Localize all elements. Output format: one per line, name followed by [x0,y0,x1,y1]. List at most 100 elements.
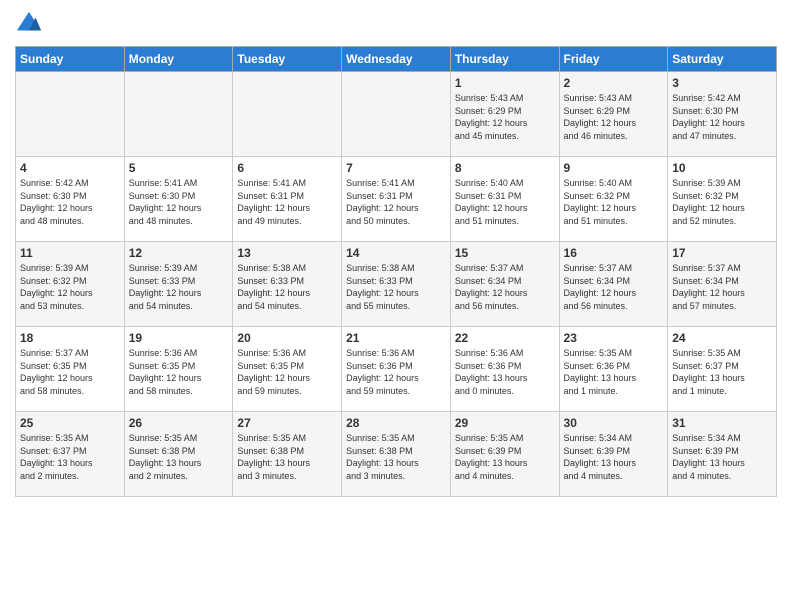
calendar-cell: 4 Sunrise: 5:42 AMSunset: 6:30 PMDaylight… [16,157,125,242]
calendar-cell: 5Sunrise: 5:41 AMSunset: 6:30 PMDaylight… [124,157,233,242]
day-number: 2 [564,76,664,90]
day-number: 31 [672,416,772,430]
header-day-sunday: Sunday [16,47,125,72]
header [15,10,777,38]
day-info: Sunrise: 5:39 AMSunset: 6:32 PMDaylight:… [20,262,120,312]
calendar-cell: 31 Sunrise: 5:34 AMSunset: 6:39 PMDayligh… [668,412,777,497]
day-number: 9 [564,161,664,175]
day-number: 26 [129,416,229,430]
calendar-cell: 27 Sunrise: 5:35 AMSunset: 6:38 PMDayligh… [233,412,342,497]
day-number: 15 [455,246,555,260]
day-info: Sunrise: 5:40 AMSunset: 6:32 PMDaylight:… [564,177,664,227]
calendar-cell: 13Sunrise: 5:38 AMSunset: 6:33 PMDayligh… [233,242,342,327]
day-number: 17 [672,246,772,260]
day-number: 10 [672,161,772,175]
day-number: 13 [237,246,337,260]
calendar-cell: 10 Sunrise: 5:39 AMSunset: 6:32 PMDayligh… [668,157,777,242]
day-number: 23 [564,331,664,345]
day-number: 6 [237,161,337,175]
calendar-cell: 3 Sunrise: 5:42 AMSunset: 6:30 PMDaylight… [668,72,777,157]
calendar-cell: 30 Sunrise: 5:34 AMSunset: 6:39 PMDayligh… [559,412,668,497]
day-info: Sunrise: 5:35 AMSunset: 6:38 PMDaylight:… [129,432,229,482]
day-number: 20 [237,331,337,345]
week-row-5: 25 Sunrise: 5:35 AMSunset: 6:37 PMDayligh… [16,412,777,497]
day-number: 3 [672,76,772,90]
day-info: Sunrise: 5:35 AMSunset: 6:38 PMDaylight:… [237,432,337,482]
calendar-cell: 16 Sunrise: 5:37 AMSunset: 6:34 PMDayligh… [559,242,668,327]
calendar-cell: 17Sunrise: 5:37 AMSunset: 6:34 PMDayligh… [668,242,777,327]
day-number: 22 [455,331,555,345]
day-number: 27 [237,416,337,430]
day-info: Sunrise: 5:34 AMSunset: 6:39 PMDaylight:… [564,432,664,482]
day-info: Sunrise: 5:35 AMSunset: 6:37 PMDaylight:… [20,432,120,482]
calendar-cell: 22Sunrise: 5:36 AMSunset: 6:36 PMDayligh… [450,327,559,412]
day-info: Sunrise: 5:43 AMSunset: 6:29 PMDaylight:… [564,92,664,142]
day-number: 19 [129,331,229,345]
calendar-cell [233,72,342,157]
day-info: Sunrise: 5:41 AMSunset: 6:30 PMDaylight:… [129,177,229,227]
day-info: Sunrise: 5:35 AMSunset: 6:36 PMDaylight:… [564,347,664,397]
calendar-cell: 19Sunrise: 5:36 AMSunset: 6:35 PMDayligh… [124,327,233,412]
calendar-cell: 25 Sunrise: 5:35 AMSunset: 6:37 PMDayligh… [16,412,125,497]
day-number: 24 [672,331,772,345]
day-number: 21 [346,331,446,345]
day-info: Sunrise: 5:41 AMSunset: 6:31 PMDaylight:… [346,177,446,227]
day-number: 28 [346,416,446,430]
calendar-cell: 20 Sunrise: 5:36 AMSunset: 6:35 PMDayligh… [233,327,342,412]
calendar-cell: 2 Sunrise: 5:43 AMSunset: 6:29 PMDaylight… [559,72,668,157]
day-info: Sunrise: 5:39 AMSunset: 6:32 PMDaylight:… [672,177,772,227]
calendar-table: SundayMondayTuesdayWednesdayThursdayFrid… [15,46,777,497]
day-info: Sunrise: 5:42 AMSunset: 6:30 PMDaylight:… [672,92,772,142]
day-number: 30 [564,416,664,430]
calendar-cell: 24 Sunrise: 5:35 AMSunset: 6:37 PMDayligh… [668,327,777,412]
logo [15,10,47,38]
header-day-friday: Friday [559,47,668,72]
day-info: Sunrise: 5:42 AMSunset: 6:30 PMDaylight:… [20,177,120,227]
page: SundayMondayTuesdayWednesdayThursdayFrid… [0,0,792,512]
calendar-cell [342,72,451,157]
week-row-3: 11Sunrise: 5:39 AMSunset: 6:32 PMDayligh… [16,242,777,327]
day-info: Sunrise: 5:41 AMSunset: 6:31 PMDaylight:… [237,177,337,227]
day-info: Sunrise: 5:35 AMSunset: 6:38 PMDaylight:… [346,432,446,482]
day-info: Sunrise: 5:43 AMSunset: 6:29 PMDaylight:… [455,92,555,142]
day-number: 14 [346,246,446,260]
logo-icon [15,10,43,38]
day-number: 1 [455,76,555,90]
day-info: Sunrise: 5:37 AMSunset: 6:34 PMDaylight:… [455,262,555,312]
day-info: Sunrise: 5:37 AMSunset: 6:34 PMDaylight:… [564,262,664,312]
day-number: 12 [129,246,229,260]
day-info: Sunrise: 5:34 AMSunset: 6:39 PMDaylight:… [672,432,772,482]
calendar-cell: 8 Sunrise: 5:40 AMSunset: 6:31 PMDaylight… [450,157,559,242]
day-number: 7 [346,161,446,175]
day-info: Sunrise: 5:35 AMSunset: 6:39 PMDaylight:… [455,432,555,482]
calendar-cell: 14 Sunrise: 5:38 AMSunset: 6:33 PMDayligh… [342,242,451,327]
calendar-cell [16,72,125,157]
day-info: Sunrise: 5:40 AMSunset: 6:31 PMDaylight:… [455,177,555,227]
day-number: 18 [20,331,120,345]
week-row-2: 4 Sunrise: 5:42 AMSunset: 6:30 PMDaylight… [16,157,777,242]
day-info: Sunrise: 5:36 AMSunset: 6:35 PMDaylight:… [237,347,337,397]
day-number: 8 [455,161,555,175]
calendar-cell: 15 Sunrise: 5:37 AMSunset: 6:34 PMDayligh… [450,242,559,327]
week-row-1: 1 Sunrise: 5:43 AMSunset: 6:29 PMDaylight… [16,72,777,157]
calendar-cell [124,72,233,157]
week-row-4: 18 Sunrise: 5:37 AMSunset: 6:35 PMDayligh… [16,327,777,412]
day-number: 29 [455,416,555,430]
header-day-wednesday: Wednesday [342,47,451,72]
day-info: Sunrise: 5:37 AMSunset: 6:35 PMDaylight:… [20,347,120,397]
day-number: 16 [564,246,664,260]
calendar-cell: 9 Sunrise: 5:40 AMSunset: 6:32 PMDaylight… [559,157,668,242]
day-number: 25 [20,416,120,430]
calendar-cell: 12 Sunrise: 5:39 AMSunset: 6:33 PMDayligh… [124,242,233,327]
header-day-thursday: Thursday [450,47,559,72]
header-day-saturday: Saturday [668,47,777,72]
calendar-cell: 1 Sunrise: 5:43 AMSunset: 6:29 PMDaylight… [450,72,559,157]
day-info: Sunrise: 5:35 AMSunset: 6:37 PMDaylight:… [672,347,772,397]
day-number: 4 [20,161,120,175]
day-info: Sunrise: 5:39 AMSunset: 6:33 PMDaylight:… [129,262,229,312]
header-day-tuesday: Tuesday [233,47,342,72]
calendar-cell: 18 Sunrise: 5:37 AMSunset: 6:35 PMDayligh… [16,327,125,412]
header-row: SundayMondayTuesdayWednesdayThursdayFrid… [16,47,777,72]
day-info: Sunrise: 5:38 AMSunset: 6:33 PMDaylight:… [346,262,446,312]
calendar-cell: 6 Sunrise: 5:41 AMSunset: 6:31 PMDaylight… [233,157,342,242]
